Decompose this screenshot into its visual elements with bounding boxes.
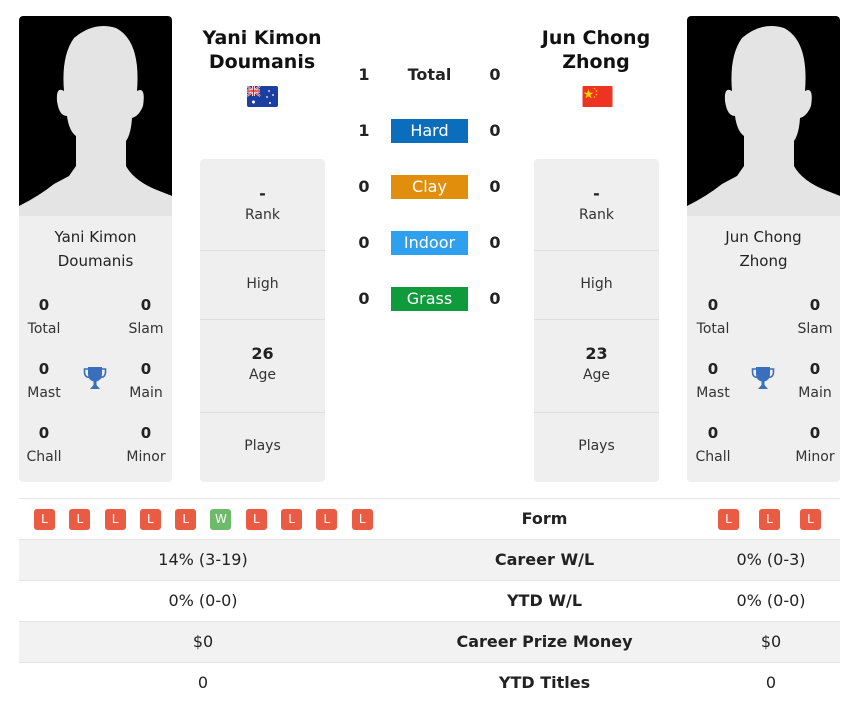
surface-hard-badge[interactable]: Hard [391,119,468,143]
titles-total: 0 Total [27,296,61,337]
stat-right-value: 0% (0-0) [736,591,806,610]
stat-row-prize-money: $0 Career Prize Money $0 [19,621,840,662]
form-loss-badge[interactable]: L [316,509,338,530]
plays-cell: Plays [578,438,615,454]
h2h-left-value: 1 [358,65,370,84]
form-loss-badge[interactable]: L [351,509,373,530]
titles-grid-right: 0 Total 0 Slam 0 Mast 0 Main 0 Chall 0 Minor [687,287,840,477]
titles-slam: 0 Slam [797,296,833,337]
name-line-1: Jun Chong [725,228,802,246]
h2h-total-row: 1 Total 0 [340,63,520,87]
player-card-right: Jun Chong Zhong 0 Total 0 Slam 0 Mast 0 Main… [687,16,840,482]
form-badges-left: LLLLLWLLLL [34,509,373,530]
trophy-icon [83,367,107,389]
stat-row-career-wl: 14% (3-19) Career W/L 0% (0-3) [19,539,840,580]
form-loss-badge[interactable]: L [718,509,739,530]
form-loss-badge[interactable]: L [139,509,161,530]
name-line-2: Zhong [739,252,788,270]
player-name-card-right: Jun Chong Zhong [687,225,840,273]
player-name-left[interactable]: Yani Kimon Doumanis [187,26,337,74]
china-flag-icon [582,86,613,107]
titles-chall: 0 Chall [695,424,731,465]
stat-right-value: 0 [765,673,777,692]
form-loss-badge[interactable]: L [104,509,126,530]
titles-grid-left: 0 Total 0 Slam 0 Mast 0 Main 0 Chall 0 Minor [19,287,172,477]
age-cell: 26 Age [200,320,325,413]
h2h-left-value: 0 [358,233,370,252]
form-badges-right: LLL [718,509,821,530]
h2h-right-value: 0 [489,289,501,308]
h2h-right-value: 0 [489,177,501,196]
player-name-card-left: Yani Kimon Doumanis [19,225,172,273]
silhouette-icon [687,26,840,216]
titles-minor: 0 Minor [126,424,166,465]
h2h-hard-row: 1 Hard 0 [340,119,520,143]
stats-table: LLLLLWLLLL Form LLL 14% (3-19) Career W/… [19,498,840,703]
titles-slam: 0 Slam [128,296,164,337]
name-line-2: Doumanis [57,252,134,270]
h2h-left-value: 0 [358,177,370,196]
titles-minor: 0 Minor [795,424,835,465]
form-loss-badge[interactable]: L [759,509,780,530]
surface-indoor-badge[interactable]: Indoor [391,231,468,255]
player-photo-right [687,16,840,216]
h2h-indoor-row: 0 Indoor 0 [340,231,520,255]
form-loss-badge[interactable]: L [175,509,197,530]
player-name-right[interactable]: Jun Chong Zhong [521,26,671,74]
high-cell: High [534,251,659,320]
h2h-right-value: 0 [489,121,501,140]
info-card-right: - Rank High 23 Age Plays [534,159,659,482]
titles-chall: 0 Chall [26,424,62,465]
stat-label: Career W/L [494,550,595,569]
form-loss-badge[interactable]: L [245,509,267,530]
stat-left-value: $0 [192,632,214,651]
stat-right-value: $0 [760,632,782,651]
stat-label: YTD W/L [506,591,583,610]
trophy-icon [751,367,775,389]
stat-row-ytd-titles: 0 YTD Titles 0 [19,662,840,703]
h2h-right-value: 0 [489,233,501,252]
stat-label: Career Prize Money [456,632,633,651]
stat-right-value: 0% (0-3) [736,550,806,569]
form-row: LLLLLWLLLL Form LLL [19,498,840,539]
titles-mast: 0 Mast [27,360,61,401]
h2h-total-label: Total [407,65,452,84]
stat-left-value: 0% (0-0) [168,591,238,610]
h2h-left-value: 0 [358,289,370,308]
form-label: Form [521,509,568,528]
stat-row-ytd-wl: 0% (0-0) YTD W/L 0% (0-0) [19,580,840,621]
australia-flag-icon [247,86,278,107]
high-cell: High [200,251,325,320]
player-card-left: Yani Kimon Doumanis 0 Total 0 Slam 0 Mast 0… [19,16,172,482]
rank-cell: - Rank [200,159,325,251]
stat-left-value: 0 [197,673,209,692]
form-loss-badge[interactable]: L [800,509,821,530]
h2h-clay-row: 0 Clay 0 [340,175,520,199]
h2h-right-value: 0 [489,65,501,84]
titles-mast: 0 Mast [696,360,730,401]
plays-cell: Plays [244,438,281,454]
name-line-1: Yani Kimon [54,228,137,246]
age-cell: 23 Age [534,320,659,413]
h2h-left-value: 1 [358,121,370,140]
surface-clay-badge[interactable]: Clay [391,175,468,199]
stat-label: YTD Titles [498,673,591,692]
info-card-left: - Rank High 26 Age Plays [200,159,325,482]
h2h-grass-row: 0 Grass 0 [340,287,520,311]
silhouette-icon [19,26,172,216]
titles-total: 0 Total [696,296,730,337]
surface-grass-badge[interactable]: Grass [391,287,468,311]
titles-main: 0 Main [798,360,832,401]
form-loss-badge[interactable]: L [69,509,91,530]
form-win-badge[interactable]: W [210,509,232,530]
titles-main: 0 Main [129,360,163,401]
form-loss-badge[interactable]: L [281,509,303,530]
player-photo-left [19,16,172,216]
rank-cell: - Rank [534,159,659,251]
stat-left-value: 14% (3-19) [158,550,248,569]
form-loss-badge[interactable]: L [34,509,55,530]
